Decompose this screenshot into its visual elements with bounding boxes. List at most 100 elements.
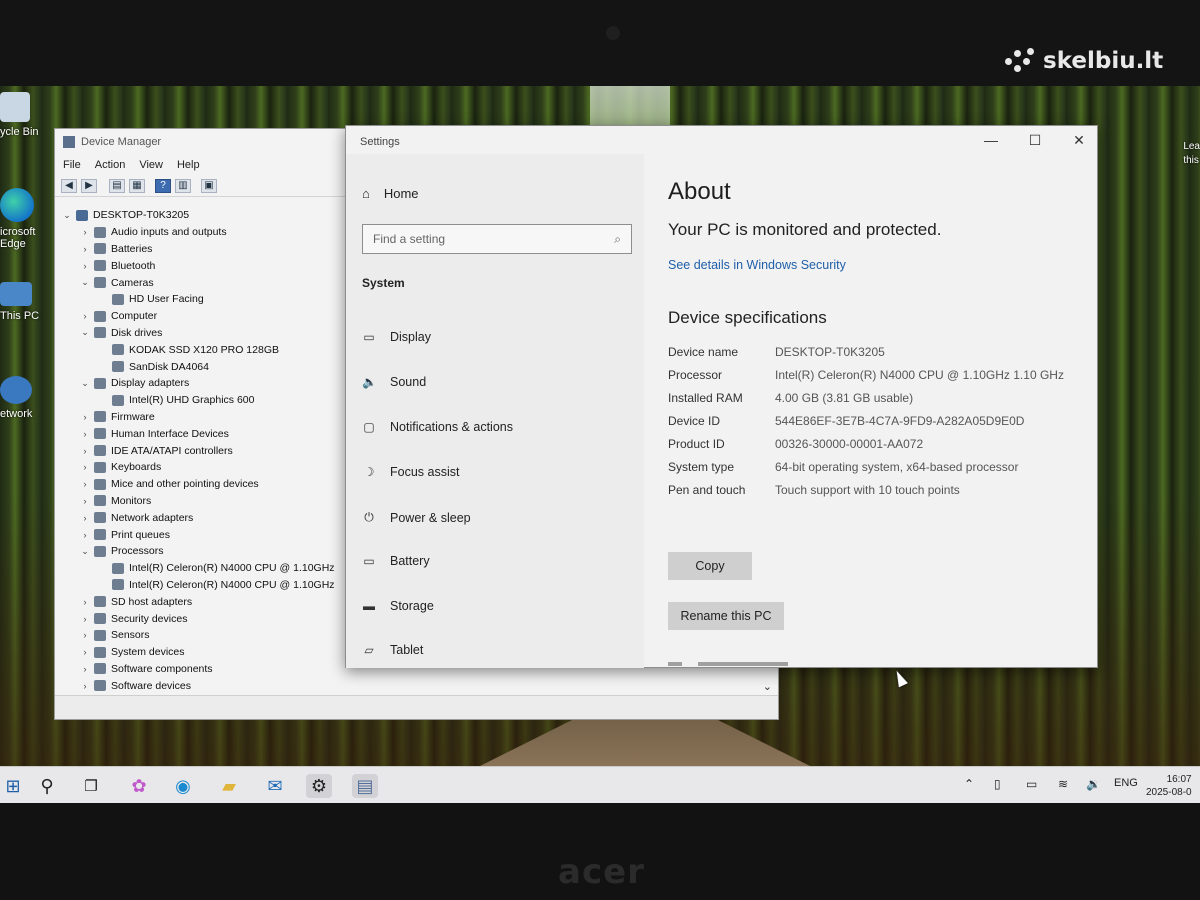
nav-item-display[interactable]: ▭ Display: [362, 330, 431, 344]
forward-arrow-icon[interactable]: ▶: [81, 178, 97, 193]
update-driver-icon[interactable]: ▥: [175, 178, 191, 193]
tree-item[interactable]: › Firmware: [61, 409, 335, 426]
tree-item[interactable]: KODAK SSD X120 PRO 128GB: [61, 341, 335, 358]
tree-item[interactable]: ⌄ Disk drives: [61, 325, 335, 342]
expand-chevron-icon[interactable]: ›: [79, 597, 91, 607]
expand-chevron-icon[interactable]: ›: [79, 446, 91, 456]
collapse-chevron-icon[interactable]: ⌄: [61, 210, 73, 221]
tree-item[interactable]: › Keyboards: [61, 459, 335, 476]
menu-action[interactable]: Action: [95, 159, 126, 171]
battery-tray-icon[interactable]: ▭: [1026, 777, 1037, 791]
expand-chevron-icon[interactable]: ›: [79, 244, 91, 254]
maximize-button[interactable]: ☐: [1020, 132, 1050, 149]
desktop-icon-edge[interactable]: icrosoft Edge: [0, 188, 52, 250]
menu-file[interactable]: File: [63, 159, 81, 171]
collapse-chevron-icon[interactable]: ⌄: [79, 327, 91, 338]
settings-window[interactable]: Settings — ☐ ✕ ⌂ Home Find a setting ⌕ S…: [345, 125, 1098, 668]
expand-chevron-icon[interactable]: ›: [79, 530, 91, 540]
menu-help[interactable]: Help: [177, 159, 200, 171]
expand-chevron-icon[interactable]: ›: [79, 227, 91, 237]
expand-chevron-icon[interactable]: ›: [79, 614, 91, 624]
file-explorer-icon[interactable]: ▰: [216, 774, 242, 798]
tree-item[interactable]: Intel(R) UHD Graphics 600: [61, 392, 335, 409]
expand-chevron-icon[interactable]: ›: [79, 412, 91, 422]
tree-item[interactable]: › Computer: [61, 308, 335, 325]
tree-item[interactable]: › Security devices: [61, 610, 335, 627]
expand-chevron-icon[interactable]: ›: [79, 429, 91, 439]
help-icon[interactable]: ?: [155, 178, 171, 193]
collapse-chevron-icon[interactable]: ⌄: [79, 378, 91, 389]
desktop-icon-right-partial[interactable]: Lea this: [1183, 140, 1200, 168]
expand-chevron-icon[interactable]: ›: [79, 664, 91, 674]
desktop-icon-recycle-bin[interactable]: ycle Bin: [0, 92, 52, 138]
tree-item[interactable]: › Monitors: [61, 493, 335, 510]
properties-icon[interactable]: ▦: [129, 178, 145, 193]
start-icon[interactable]: ⊞: [0, 774, 26, 798]
task-view-icon[interactable]: ❐: [78, 774, 104, 798]
tree-item[interactable]: › Human Interface Devices: [61, 425, 335, 442]
wifi-icon[interactable]: ≋: [1058, 777, 1068, 791]
tree-item[interactable]: › Software devices: [61, 677, 335, 694]
volume-icon[interactable]: 🔉: [1086, 777, 1101, 791]
expand-chevron-icon[interactable]: ›: [79, 647, 91, 657]
settings-search-input[interactable]: Find a setting ⌕: [362, 224, 632, 254]
tree-item[interactable]: › Print queues: [61, 526, 335, 543]
menu-view[interactable]: View: [139, 159, 163, 171]
tree-item[interactable]: Intel(R) Celeron(R) N4000 CPU @ 1.10GHz: [61, 577, 335, 594]
tray-overflow-chevron-icon[interactable]: ⌃: [964, 777, 974, 791]
settings-gear-icon[interactable]: ⚙: [306, 774, 332, 798]
expand-chevron-icon[interactable]: ›: [79, 261, 91, 271]
copilot-icon[interactable]: ✿: [126, 774, 152, 798]
expand-chevron-icon[interactable]: ›: [79, 311, 91, 321]
scroll-down-chevron-icon[interactable]: ⌄: [763, 680, 772, 693]
phone-link-icon[interactable]: ▯: [994, 777, 1001, 791]
language-indicator[interactable]: ENG: [1114, 777, 1138, 789]
tree-item[interactable]: › System devices: [61, 644, 335, 661]
tree-item[interactable]: › Bluetooth: [61, 257, 335, 274]
tree-item[interactable]: › Sensors: [61, 627, 335, 644]
back-arrow-icon[interactable]: ◀: [61, 178, 77, 193]
tree-item[interactable]: › Network adapters: [61, 509, 335, 526]
nav-item-sound[interactable]: 🔈 Sound: [362, 375, 426, 389]
expand-chevron-icon[interactable]: ›: [79, 496, 91, 506]
taskbar-clock[interactable]: 16:07 2025-08-0: [1146, 773, 1192, 799]
tree-item[interactable]: ⌄ Display adapters: [61, 375, 335, 392]
tree-item[interactable]: Intel(R) Celeron(R) N4000 CPU @ 1.10GHz: [61, 560, 335, 577]
expand-chevron-icon[interactable]: ›: [79, 513, 91, 523]
tree-item[interactable]: ⌄ Processors: [61, 543, 335, 560]
scan-hardware-icon[interactable]: ▣: [201, 178, 217, 193]
tree-item[interactable]: ⌄ Cameras: [61, 274, 335, 291]
edge-icon[interactable]: ◉: [170, 774, 196, 798]
tree-item[interactable]: › Batteries: [61, 241, 335, 258]
collapse-chevron-icon[interactable]: ⌄: [79, 546, 91, 557]
copy-button[interactable]: Copy: [668, 552, 752, 580]
desktop-icon-this-pc[interactable]: This PC: [0, 282, 52, 322]
tree-item[interactable]: SanDisk DA4064: [61, 358, 335, 375]
minimize-button[interactable]: —: [976, 132, 1006, 148]
tree-root[interactable]: ⌄ DESKTOP-T0K3205: [61, 207, 335, 224]
security-details-link[interactable]: See details in Windows Security: [668, 258, 1088, 272]
expand-chevron-icon[interactable]: ›: [79, 630, 91, 640]
search-icon[interactable]: ⚲: [34, 774, 60, 798]
rename-pc-button[interactable]: Rename this PC: [668, 602, 784, 630]
tree-item[interactable]: HD User Facing: [61, 291, 335, 308]
tree-item[interactable]: › Software components: [61, 661, 335, 678]
tree-item[interactable]: › Audio inputs and outputs: [61, 224, 335, 241]
nav-item-focus-assist[interactable]: ☽ Focus assist: [362, 465, 460, 479]
nav-item-notifications[interactable]: ▢ Notifications & actions: [362, 420, 513, 434]
nav-item-power-sleep[interactable]: ⏻ Power & sleep: [362, 510, 470, 525]
expand-chevron-icon[interactable]: ›: [79, 479, 91, 489]
nav-item-storage[interactable]: ▬ Storage: [362, 599, 434, 613]
desktop-icon-network[interactable]: etwork: [0, 376, 52, 420]
nav-home[interactable]: ⌂ Home: [362, 186, 419, 201]
tree-item[interactable]: › Mice and other pointing devices: [61, 476, 335, 493]
nav-item-battery[interactable]: ▭ Battery: [362, 554, 429, 568]
collapse-chevron-icon[interactable]: ⌄: [79, 277, 91, 288]
nav-item-tablet[interactable]: ▱ Tablet: [362, 643, 423, 657]
mail-icon[interactable]: ✉: [262, 774, 288, 798]
expand-chevron-icon[interactable]: ›: [79, 462, 91, 472]
expand-chevron-icon[interactable]: ›: [79, 681, 91, 691]
device-manager-taskbar-icon[interactable]: ▤: [352, 774, 378, 798]
show-hide-tree-icon[interactable]: ▤: [109, 178, 125, 193]
close-button[interactable]: ✕: [1064, 132, 1094, 149]
